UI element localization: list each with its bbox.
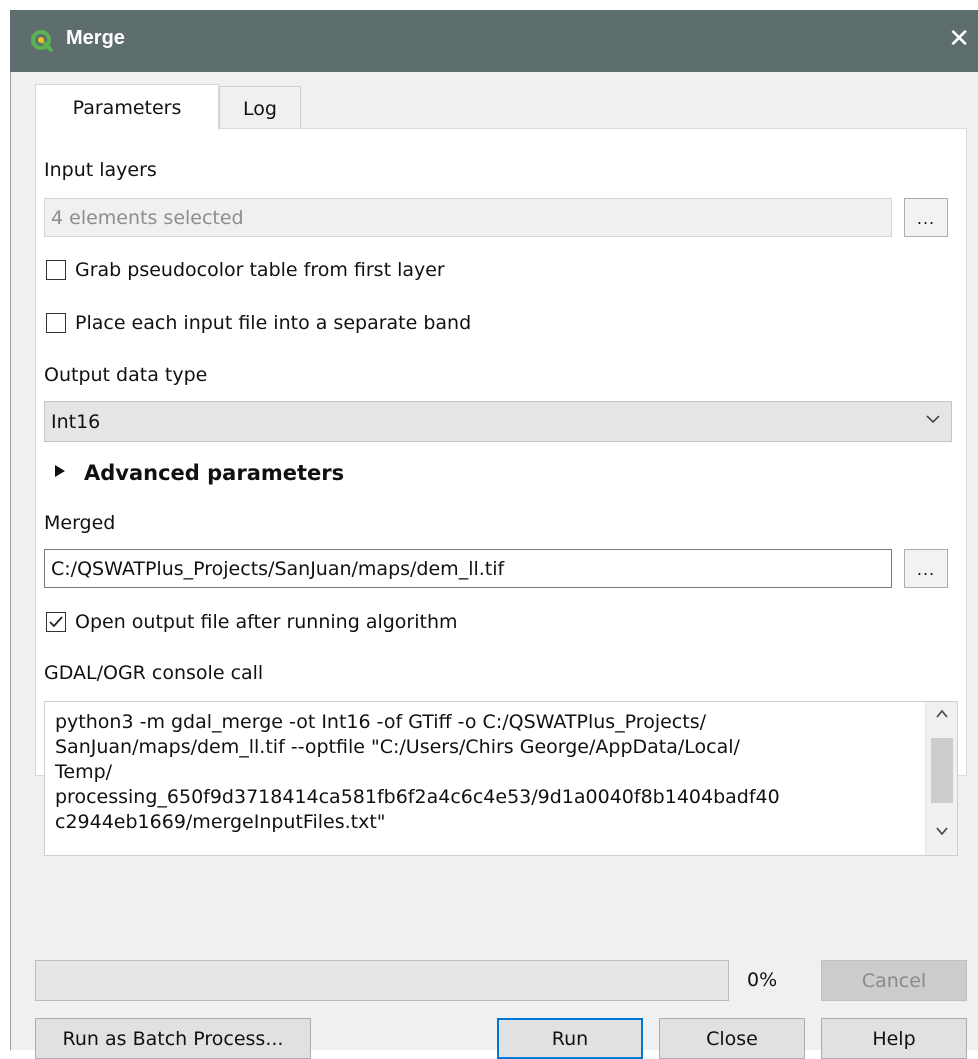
chevron-down-icon[interactable]: [926, 823, 957, 851]
merged-output-value: C:/QSWATPlus_Projects/SanJuan/maps/dem_l…: [51, 557, 505, 580]
tab-log-label: Log: [243, 97, 277, 120]
progress-bar: [35, 960, 729, 1001]
console-call-text: python3 -m gdal_merge -ot Int16 -of GTif…: [55, 711, 780, 833]
input-layers-field[interactable]: 4 elements selected: [44, 198, 892, 237]
cancel-label: Cancel: [861, 969, 927, 992]
tab-parameters-label: Parameters: [72, 96, 182, 119]
separate-band-checkbox[interactable]: [46, 313, 66, 333]
check-icon: [49, 616, 63, 628]
parameters-panel: Input layers 4 elements selected ... Gra…: [35, 128, 967, 856]
input-layers-value: 4 elements selected: [51, 206, 244, 229]
merged-output-field[interactable]: C:/QSWATPlus_Projects/SanJuan/maps/dem_l…: [44, 549, 892, 588]
separate-band-label: Place each input file into a separate ba…: [75, 312, 472, 334]
output-data-type-select[interactable]: Int16: [44, 401, 952, 442]
tab-log[interactable]: Log: [219, 86, 301, 130]
title-bar: Merge ✕: [10, 10, 978, 72]
close-button[interactable]: Close: [659, 1018, 805, 1059]
open-output-label: Open output file after running algorithm: [75, 611, 458, 633]
ellipsis-icon: ...: [916, 209, 936, 228]
ellipsis-icon: ...: [916, 560, 936, 579]
scrollbar-thumb[interactable]: [931, 738, 953, 803]
output-data-type-label: Output data type: [44, 364, 208, 386]
run-as-batch-label: Run as Batch Process...: [62, 1027, 284, 1050]
merged-browse-button[interactable]: ...: [904, 549, 948, 588]
grab-pseudocolor-label: Grab pseudocolor table from first layer: [75, 259, 445, 281]
dialog-body: Parameters Log Input layers 4 elements s…: [10, 72, 978, 1059]
window-title: Merge: [66, 27, 125, 49]
advanced-parameters-label: Advanced parameters: [84, 461, 345, 485]
progress-percent: 0%: [747, 969, 778, 991]
input-layers-label: Input layers: [44, 159, 157, 181]
console-call-label: GDAL/OGR console call: [44, 662, 264, 684]
chevron-down-icon: [925, 411, 941, 432]
console-scrollbar[interactable]: [925, 702, 957, 855]
help-button[interactable]: Help: [821, 1018, 967, 1059]
run-label: Run: [551, 1027, 589, 1050]
merged-label: Merged: [44, 512, 116, 534]
run-button[interactable]: Run: [497, 1018, 643, 1059]
run-as-batch-button[interactable]: Run as Batch Process...: [35, 1018, 311, 1059]
advanced-parameters-toggle[interactable]: Advanced parameters: [54, 461, 344, 485]
open-output-checkbox[interactable]: [46, 612, 66, 632]
help-label: Help: [872, 1027, 916, 1050]
triangle-right-icon: [54, 464, 66, 482]
cancel-button[interactable]: Cancel: [821, 960, 967, 1001]
separate-band-row[interactable]: Place each input file into a separate ba…: [46, 312, 471, 334]
grab-pseudocolor-checkbox[interactable]: [46, 260, 66, 280]
qgis-logo-icon: [31, 30, 53, 52]
chevron-up-icon[interactable]: [926, 706, 957, 734]
tab-parameters[interactable]: Parameters: [35, 84, 219, 130]
output-data-type-value: Int16: [51, 410, 101, 433]
grab-pseudocolor-row[interactable]: Grab pseudocolor table from first layer: [46, 259, 445, 281]
console-call-textarea[interactable]: python3 -m gdal_merge -ot Int16 -of GTif…: [44, 701, 958, 856]
close-label: Close: [706, 1027, 758, 1050]
close-icon[interactable]: ✕: [948, 24, 970, 54]
open-output-row[interactable]: Open output file after running algorithm: [46, 611, 458, 633]
input-layers-browse-button[interactable]: ...: [904, 198, 948, 237]
